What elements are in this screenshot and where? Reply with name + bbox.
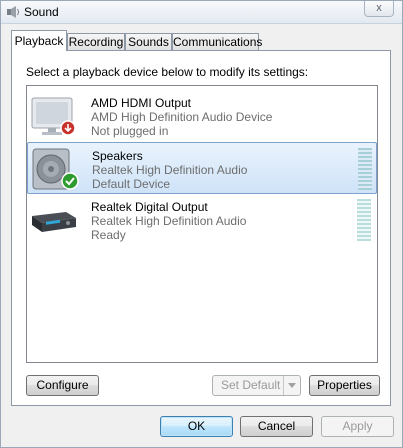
tab-recording[interactable]: Recording: [67, 33, 125, 50]
close-icon: x: [376, 2, 382, 14]
apply-button[interactable]: Apply: [321, 416, 394, 437]
device-row-speakers[interactable]: Speakers Realtek High Definition Audio D…: [27, 142, 377, 194]
cancel-button[interactable]: Cancel: [240, 416, 313, 437]
speaker-app-icon: [7, 6, 19, 18]
device-driver: AMD High Definition Audio Device: [91, 110, 273, 124]
device-name: Speakers: [92, 149, 143, 163]
volume-meter: [357, 199, 371, 241]
title-bar[interactable]: Sound x: [1, 1, 402, 24]
properties-button[interactable]: Properties: [309, 375, 380, 396]
sound-dialog: Sound x Playback Recording Sounds Commun…: [0, 0, 403, 448]
device-status: Not plugged in: [91, 124, 169, 138]
chevron-down-icon[interactable]: [283, 376, 300, 395]
default-checkmark-icon: [61, 172, 79, 190]
speaker-icon: [32, 148, 79, 190]
volume-meter: [358, 148, 372, 190]
instruction-text: Select a playback device below to modify…: [26, 65, 309, 79]
configure-button[interactable]: Configure: [26, 375, 99, 396]
tab-communications[interactable]: Communications: [172, 33, 262, 50]
set-default-button[interactable]: Set Default: [212, 375, 301, 396]
tab-playback[interactable]: Playback: [11, 30, 67, 51]
close-button[interactable]: x: [364, 1, 394, 17]
device-status: Ready: [91, 228, 126, 242]
device-name: AMD HDMI Output: [91, 96, 192, 110]
window-title: Sound: [24, 5, 59, 19]
digital-output-icon: [32, 212, 76, 232]
tab-sounds[interactable]: Sounds: [125, 33, 172, 50]
device-row-realtek-digital[interactable]: Realtek Digital Output Realtek High Defi…: [27, 194, 377, 246]
device-driver: Realtek High Definition Audio: [92, 163, 248, 177]
monitor-icon: [31, 97, 76, 136]
ok-button[interactable]: OK: [160, 416, 233, 437]
device-name: Realtek Digital Output: [91, 200, 208, 214]
device-row-amd-hdmi[interactable]: AMD HDMI Output AMD High Definition Audi…: [27, 90, 377, 142]
device-driver: Realtek High Definition Audio: [91, 214, 247, 228]
device-status: Default Device: [92, 177, 171, 191]
playback-panel: Select a playback device below to modify…: [11, 50, 391, 406]
device-list[interactable]: AMD HDMI Output AMD High Definition Audi…: [26, 85, 378, 363]
